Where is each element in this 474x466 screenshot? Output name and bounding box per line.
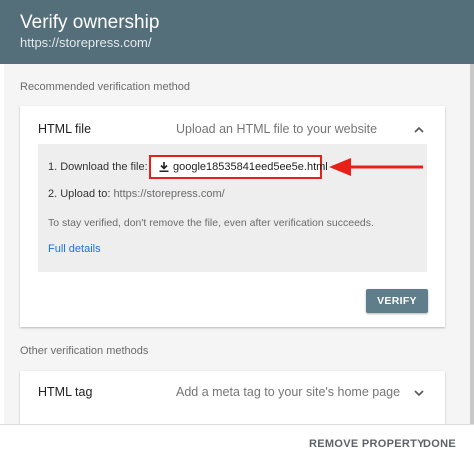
stay-verified-note: To stay verified, don't remove the file,… [48, 217, 374, 229]
chevron-down-icon[interactable] [412, 386, 426, 400]
other-section-label: Other verification methods [20, 345, 149, 357]
chevron-up-icon[interactable] [412, 123, 426, 137]
upload-step-label: 2. Upload to: [48, 188, 111, 200]
property-url: https://storepress.com/ [20, 35, 152, 50]
upload-url: https://storepress.com/ [113, 188, 225, 200]
html-tag-card[interactable]: HTML tag Add a meta tag to your site's h… [20, 371, 445, 424]
dialog-content[interactable]: Recommended verification method HTML fil… [4, 64, 470, 424]
html-tag-title[interactable]: HTML tag [38, 385, 92, 399]
download-icon [159, 162, 169, 172]
dialog-title: Verify ownership [20, 12, 160, 33]
full-details-link[interactable]: Full details [48, 243, 101, 255]
verify-button[interactable]: VERIFY [366, 289, 428, 313]
download-step-label: 1. Download the file: [48, 161, 148, 173]
dialog-footer: REMOVE PROPERTY DONE [0, 424, 474, 466]
remove-property-button[interactable]: REMOVE PROPERTY [309, 438, 425, 450]
download-file-button[interactable]: google18535841eed5ee5e.html [149, 155, 328, 179]
verification-instructions: 1. Download the file: google18535841eed5… [38, 144, 427, 272]
download-file-name: google18535841eed5ee5e.html [173, 161, 328, 173]
recommended-section-label: Recommended verification method [20, 81, 190, 93]
html-file-title[interactable]: HTML file [38, 122, 91, 136]
upload-step: 2. Upload to: https://storepress.com/ [48, 188, 225, 200]
html-file-description[interactable]: Upload an HTML file to your website [176, 122, 377, 136]
done-button[interactable]: DONE [423, 438, 456, 450]
html-file-card: HTML file Upload an HTML file to your we… [20, 106, 445, 327]
dialog-header: Verify ownership https://storepress.com/ [0, 0, 474, 64]
arrow-pointer-icon [329, 158, 423, 176]
html-tag-description[interactable]: Add a meta tag to your site's home page [176, 385, 400, 399]
scrollbar[interactable] [470, 64, 474, 424]
